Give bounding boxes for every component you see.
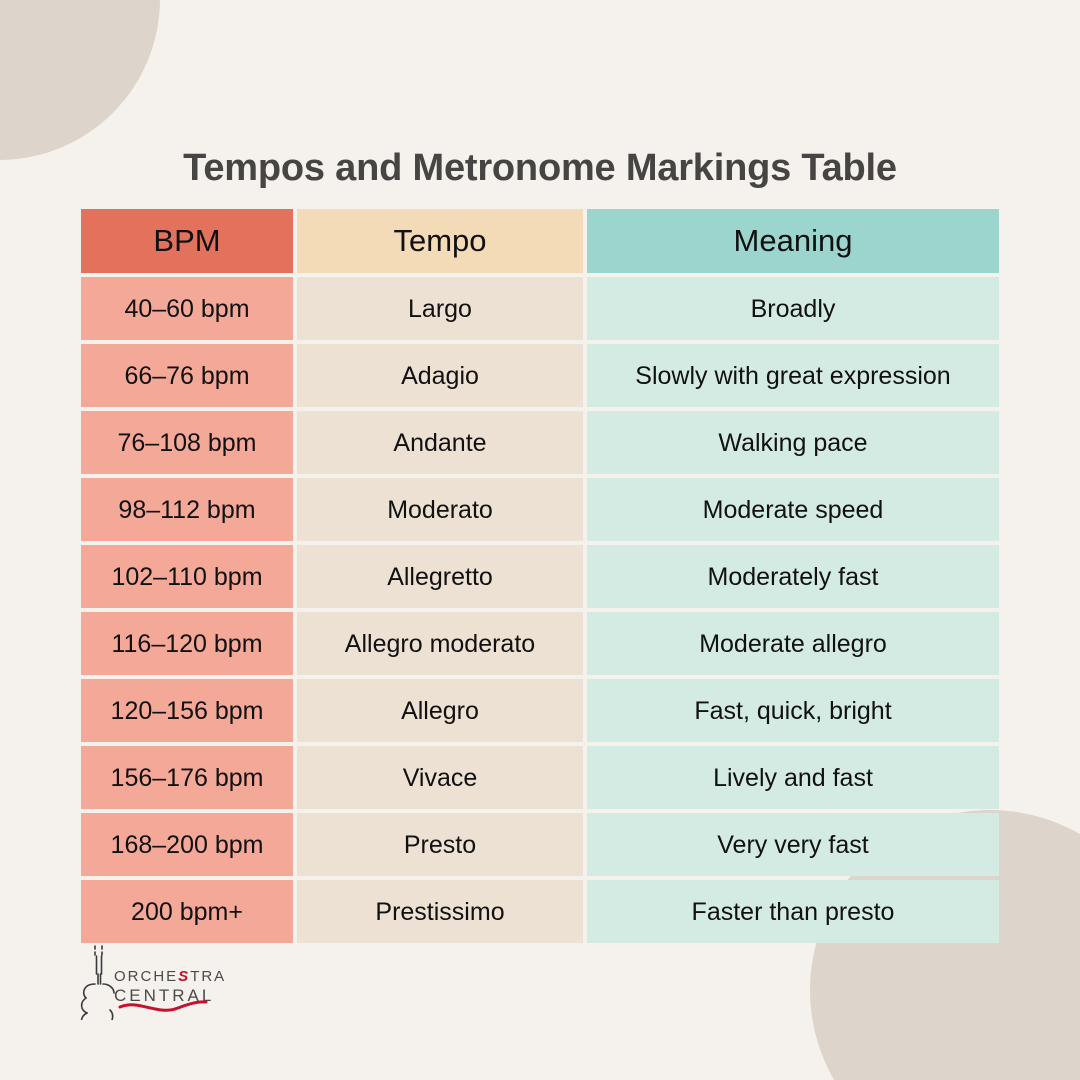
- cell-bpm: 102–110 bpm: [81, 545, 293, 608]
- cell-bpm: 168–200 bpm: [81, 813, 293, 876]
- cell-tempo: Allegro: [297, 679, 583, 742]
- table-header-row: BPM Tempo Meaning: [81, 209, 999, 273]
- cell-meaning: Lively and fast: [587, 746, 999, 809]
- cell-tempo: Adagio: [297, 344, 583, 407]
- table-row: 200 bpm+ Prestissimo Faster than presto: [81, 880, 999, 943]
- poster-canvas: Tempos and Metronome Markings Table BPM …: [0, 0, 1080, 1080]
- column-header-tempo: Tempo: [297, 209, 583, 273]
- cell-tempo: Prestissimo: [297, 880, 583, 943]
- cell-meaning: Moderate allegro: [587, 612, 999, 675]
- cell-meaning: Walking pace: [587, 411, 999, 474]
- cell-tempo: Andante: [297, 411, 583, 474]
- cell-meaning: Moderately fast: [587, 545, 999, 608]
- cell-bpm: 200 bpm+: [81, 880, 293, 943]
- table-row: 120–156 bpm Allegro Fast, quick, bright: [81, 679, 999, 742]
- cell-meaning: Broadly: [587, 277, 999, 340]
- table-row: 156–176 bpm Vivace Lively and fast: [81, 746, 999, 809]
- column-header-meaning: Meaning: [587, 209, 999, 273]
- cell-tempo: Presto: [297, 813, 583, 876]
- tempo-table: BPM Tempo Meaning 40–60 bpm Largo Broadl…: [81, 209, 999, 943]
- page-title: Tempos and Metronome Markings Table: [183, 147, 897, 189]
- cell-meaning: Faster than presto: [587, 880, 999, 943]
- cell-meaning: Fast, quick, bright: [587, 679, 999, 742]
- cell-tempo: Moderato: [297, 478, 583, 541]
- cell-bpm: 116–120 bpm: [81, 612, 293, 675]
- cell-bpm: 98–112 bpm: [81, 478, 293, 541]
- table-row: 168–200 bpm Presto Very very fast: [81, 813, 999, 876]
- table-row: 66–76 bpm Adagio Slowly with great expre…: [81, 344, 999, 407]
- cell-bpm: 120–156 bpm: [81, 679, 293, 742]
- cell-tempo: Vivace: [297, 746, 583, 809]
- table-row: 98–112 bpm Moderato Moderate speed: [81, 478, 999, 541]
- cell-meaning: Moderate speed: [587, 478, 999, 541]
- cell-bpm: 66–76 bpm: [81, 344, 293, 407]
- table-row: 116–120 bpm Allegro moderato Moderate al…: [81, 612, 999, 675]
- cell-bpm: 40–60 bpm: [81, 277, 293, 340]
- orchestra-central-logo: ORCHESTRA CENTRAL: [76, 944, 236, 1020]
- cell-meaning: Slowly with great expression: [587, 344, 999, 407]
- cell-meaning: Very very fast: [587, 813, 999, 876]
- cell-tempo: Allegretto: [297, 545, 583, 608]
- table-row: 40–60 bpm Largo Broadly: [81, 277, 999, 340]
- logo-swoosh-icon: [118, 1000, 208, 1012]
- table-row: 76–108 bpm Andante Walking pace: [81, 411, 999, 474]
- table-row: 102–110 bpm Allegretto Moderately fast: [81, 545, 999, 608]
- cell-tempo: Allegro moderato: [297, 612, 583, 675]
- cell-bpm: 76–108 bpm: [81, 411, 293, 474]
- column-header-bpm: BPM: [81, 209, 293, 273]
- cell-bpm: 156–176 bpm: [81, 746, 293, 809]
- decorative-circle-top-left: [0, 0, 160, 160]
- cell-tempo: Largo: [297, 277, 583, 340]
